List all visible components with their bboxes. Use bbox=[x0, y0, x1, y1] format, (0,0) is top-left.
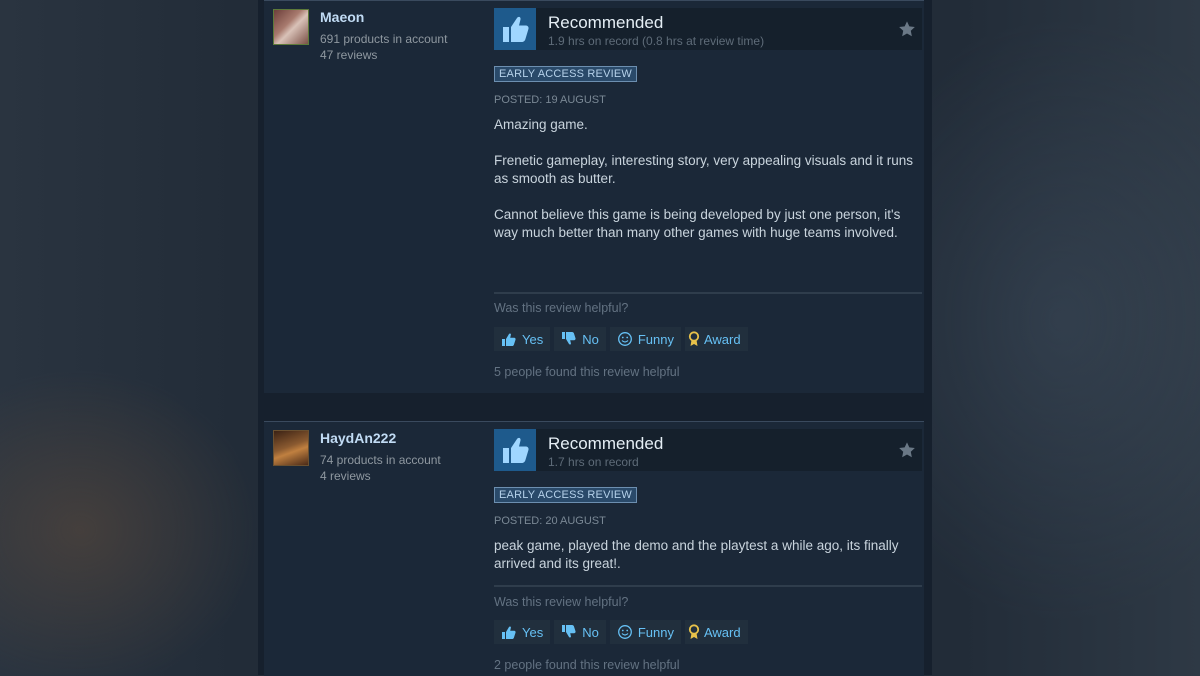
award-ribbon-icon bbox=[688, 331, 700, 346]
review-author: Maeon 691 products in account 47 reviews bbox=[273, 9, 483, 69]
award-button[interactable]: Award bbox=[684, 327, 748, 351]
award-ribbon-icon bbox=[688, 624, 700, 639]
avatar[interactable] bbox=[273, 9, 309, 45]
thumbs-up-icon bbox=[502, 626, 516, 639]
vote-no-label: No bbox=[582, 624, 599, 640]
smiley-icon bbox=[617, 332, 632, 346]
vote-funny-label: Funny bbox=[637, 624, 674, 640]
author-meta: 74 products in account 4 reviews bbox=[320, 452, 441, 484]
avatar[interactable] bbox=[273, 430, 309, 466]
helpful-question: Was this review helpful? bbox=[494, 301, 629, 315]
author-name[interactable]: HaydAn222 bbox=[320, 430, 396, 446]
author-meta: 691 products in account 47 reviews bbox=[320, 31, 447, 63]
found-helpful-text: 5 people found this review helpful bbox=[494, 365, 680, 379]
recommendation-title: Recommended bbox=[548, 13, 664, 32]
vote-yes-label: Yes bbox=[522, 624, 544, 640]
vote-no-button[interactable]: No bbox=[554, 327, 606, 351]
review-paragraph: Amazing game. bbox=[494, 117, 588, 132]
review-content: Amazing game. Frenetic gameplay, interes… bbox=[494, 116, 919, 260]
early-access-badge: EARLY ACCESS REVIEW bbox=[494, 487, 637, 503]
hours-on-record: 1.7 hrs on record bbox=[548, 455, 639, 469]
vote-buttons: Yes No Funny Award bbox=[494, 620, 748, 644]
review-author: HaydAn222 74 products in account 4 revie… bbox=[273, 430, 483, 490]
review-paragraph: Cannot believe this game is being develo… bbox=[494, 207, 901, 240]
smiley-icon bbox=[617, 625, 632, 639]
vote-buttons: Yes No Funny Award bbox=[494, 327, 748, 351]
divider bbox=[494, 585, 922, 587]
vote-funny-button[interactable]: Funny bbox=[609, 327, 681, 351]
recommendation-title: Recommended bbox=[548, 434, 664, 453]
review-card: Maeon 691 products in account 47 reviews… bbox=[264, 0, 924, 393]
author-review-count[interactable]: 47 reviews bbox=[320, 47, 447, 63]
author-name[interactable]: Maeon bbox=[320, 9, 364, 25]
vote-yes-button[interactable]: Yes bbox=[494, 620, 551, 644]
award-button[interactable]: Award bbox=[684, 620, 748, 644]
vote-yes-label: Yes bbox=[522, 331, 544, 347]
review-header[interactable]: Recommended 1.7 hrs on record bbox=[494, 429, 922, 471]
posted-date: POSTED: 20 AUGUST bbox=[494, 515, 606, 527]
vote-yes-button[interactable]: Yes bbox=[494, 327, 551, 351]
vote-no-label: No bbox=[582, 331, 599, 347]
thumbs-up-icon bbox=[494, 429, 536, 471]
vote-funny-label: Funny bbox=[637, 331, 674, 347]
helpful-question: Was this review helpful? bbox=[494, 595, 629, 609]
divider bbox=[494, 292, 922, 294]
thumbs-up-icon bbox=[502, 333, 516, 346]
review-header[interactable]: Recommended 1.9 hrs on record (0.8 hrs a… bbox=[494, 8, 922, 50]
author-review-count[interactable]: 4 reviews bbox=[320, 468, 441, 484]
vote-funny-button[interactable]: Funny bbox=[609, 620, 681, 644]
posted-date: POSTED: 19 AUGUST bbox=[494, 94, 606, 106]
review-content: peak game, played the demo and the playt… bbox=[494, 537, 919, 591]
author-products[interactable]: 691 products in account bbox=[320, 31, 447, 47]
found-helpful-text: 2 people found this review helpful bbox=[494, 658, 680, 672]
author-products[interactable]: 74 products in account bbox=[320, 452, 441, 468]
review-card: HaydAn222 74 products in account 4 revie… bbox=[264, 421, 924, 676]
review-paragraph: Frenetic gameplay, interesting story, ve… bbox=[494, 153, 913, 186]
thumbs-down-icon bbox=[562, 625, 576, 638]
thumbs-down-icon bbox=[562, 332, 576, 345]
thumbs-up-icon bbox=[494, 8, 536, 50]
hours-on-record: 1.9 hrs on record (0.8 hrs at review tim… bbox=[548, 34, 765, 48]
early-access-badge: EARLY ACCESS REVIEW bbox=[494, 66, 637, 82]
award-label: Award bbox=[703, 331, 741, 347]
star-icon[interactable] bbox=[898, 441, 916, 459]
award-label: Award bbox=[703, 624, 741, 640]
review-paragraph: peak game, played the demo and the playt… bbox=[494, 538, 899, 571]
star-icon[interactable] bbox=[898, 20, 916, 38]
vote-no-button[interactable]: No bbox=[554, 620, 606, 644]
